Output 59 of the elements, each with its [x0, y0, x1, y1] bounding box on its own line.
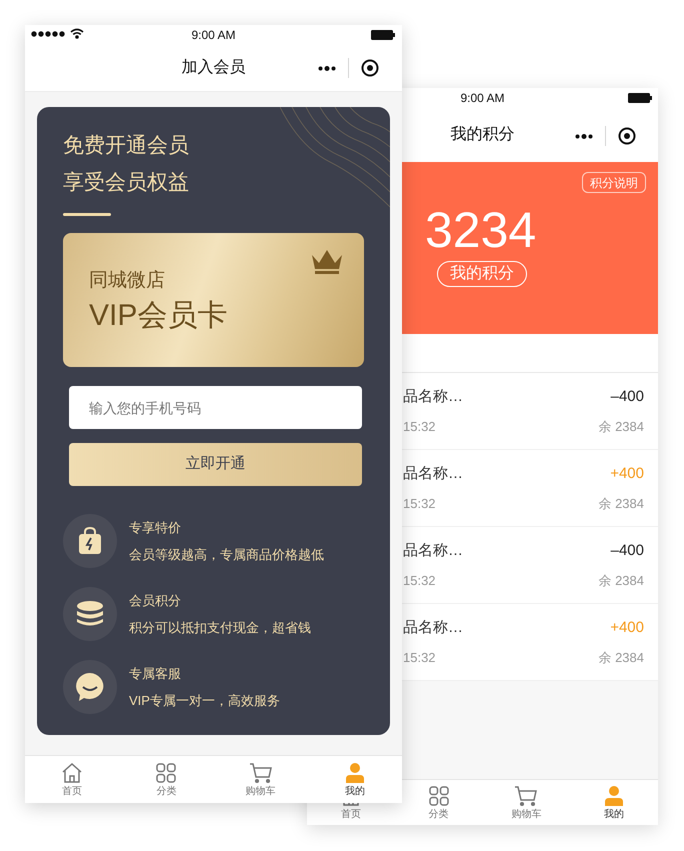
points-value: 3234 — [425, 203, 536, 257]
tab-item[interactable]: 购物车 — [246, 784, 276, 798]
record-amount: –400 — [610, 541, 644, 561]
activate-button[interactable]: 立即开通 — [69, 443, 362, 486]
tab-item[interactable]: 我的 — [604, 808, 624, 820]
grid-icon — [155, 762, 178, 784]
page-title: 加入会员 — [182, 58, 246, 78]
points-label: 我的积分 — [437, 261, 527, 287]
phone-input-field[interactable]: 输入您的手机号码 — [69, 386, 362, 429]
tab-item[interactable]: 首页 — [62, 784, 82, 798]
target-icon[interactable] — [361, 59, 379, 77]
headline-text: 免费开通会员 — [63, 133, 190, 159]
more-icon[interactable] — [575, 134, 593, 138]
battery-icon — [628, 93, 652, 103]
record-title: 品名称… — [403, 618, 463, 638]
more-icon[interactable] — [318, 66, 336, 70]
status-time: 9:00 AM — [191, 27, 236, 44]
tab-item[interactable]: 我的 — [344, 784, 365, 798]
record-amount: +400 — [610, 618, 644, 638]
chat-bubble-icon — [75, 672, 105, 702]
benefit-description: 积分可以抵扣支付现金，超省钱 — [129, 619, 311, 637]
record-title: 品名称… — [403, 464, 463, 484]
signal-icon — [31, 30, 67, 36]
record-balance: 余 2384 — [598, 648, 644, 666]
page-title: 我的积分 — [450, 124, 514, 145]
benefit-description: VIP专属一对一，高效服务 — [129, 692, 280, 710]
benefit-description: 会员等级越高，专属商品价格越低 — [129, 546, 324, 564]
record-amount: –400 — [610, 387, 644, 407]
record-time: 15:32 — [403, 648, 437, 666]
tab-item[interactable]: 分类 — [428, 808, 449, 820]
wifi-icon — [70, 28, 84, 39]
user-icon — [344, 762, 366, 784]
shopping-bag-icon — [78, 527, 102, 555]
card-label: VIP会员卡 — [89, 298, 228, 334]
benefit-title: 专属客服 — [129, 664, 182, 682]
cart-icon — [248, 762, 273, 784]
record-time: 15:32 — [403, 494, 437, 512]
record-balance: 余 2384 — [598, 418, 644, 436]
record-amount: +400 — [610, 464, 644, 484]
user-icon — [603, 784, 626, 806]
record-title: 品名称… — [403, 387, 463, 407]
tab-item[interactable]: 购物车 — [511, 808, 542, 820]
status-time: 9:00 AM — [460, 90, 505, 107]
headline-text: 享受会员权益 — [63, 170, 190, 196]
tab-item[interactable]: 分类 — [156, 784, 176, 798]
benefit-title: 会员积分 — [129, 592, 182, 610]
record-balance: 余 2384 — [598, 572, 644, 590]
grid-icon — [428, 784, 450, 806]
record-balance: 余 2384 — [598, 494, 644, 512]
cart-icon — [514, 784, 538, 806]
record-time: 15:32 — [403, 572, 437, 590]
battery-icon — [371, 30, 395, 40]
benefit-title: 专享特价 — [129, 518, 182, 536]
target-icon[interactable] — [618, 127, 636, 145]
coin-stack-icon — [76, 600, 104, 628]
record-time: 15:32 — [403, 418, 437, 436]
shop-name: 同城微店 — [89, 269, 166, 293]
record-title: 品名称… — [403, 541, 463, 561]
tab-item[interactable]: 首页 — [340, 808, 361, 820]
